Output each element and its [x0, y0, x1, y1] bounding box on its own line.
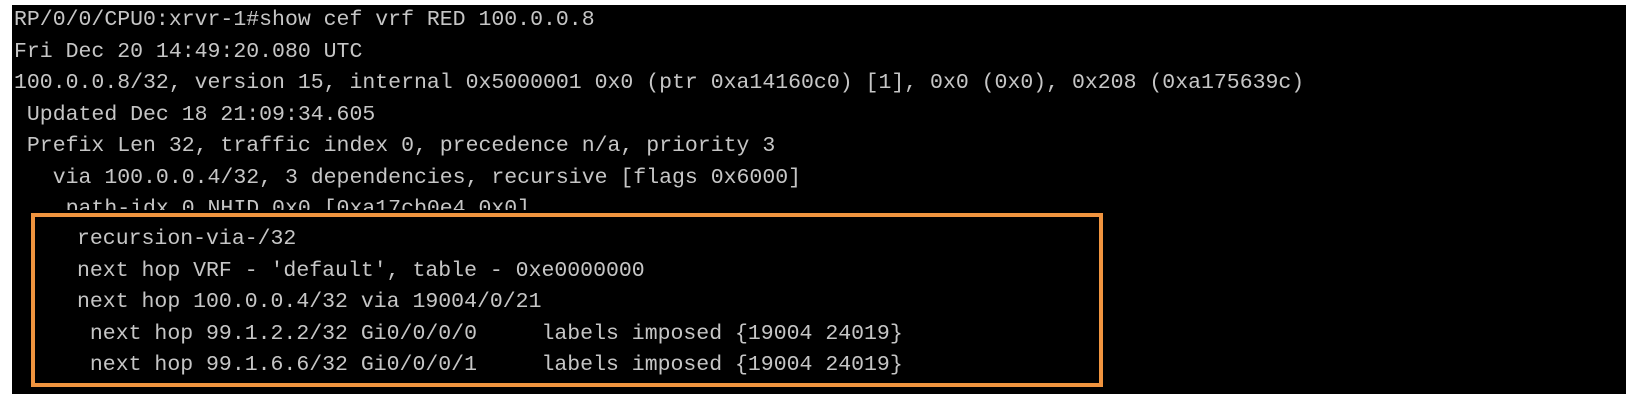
terminal-line-command: RP/0/0/CPU0:xrvr-1#show cef vrf RED 100.…: [14, 8, 595, 32]
highlight-box: recursion-via-/32 next hop VRF - 'defaul…: [31, 213, 1103, 387]
terminal-output: RP/0/0/CPU0:xrvr-1#show cef vrf RED 100.…: [14, 5, 1304, 210]
highlighted-output: recursion-via-/32 next hop VRF - 'defaul…: [77, 224, 903, 382]
highlighted-line-next-hop-gi0: next hop 99.1.2.2/32 Gi0/0/0/0 labels im…: [77, 321, 903, 346]
highlighted-line-recursion: recursion-via-/32: [77, 227, 297, 251]
terminal-line-prefix: 100.0.0.8/32, version 15, internal 0x500…: [14, 71, 1305, 95]
terminal-line-prefix-len: Prefix Len 32, traffic index 0, preceden…: [14, 134, 776, 158]
terminal-line-timestamp: Fri Dec 20 14:49:20.080 UTC: [14, 39, 363, 64]
terminal-line-updated: Updated Dec 18 21:09:34.605: [14, 102, 376, 127]
highlighted-line-next-hop-gi1: next hop 99.1.6.6/32 Gi0/0/0/1 labels im…: [77, 353, 903, 377]
terminal-line-path-idx: path-idx 0 NHID 0x0 [0xa17cb0e4 0x0]: [14, 197, 531, 210]
highlighted-line-vrf: next hop VRF - 'default', table - 0xe000…: [77, 258, 645, 283]
highlighted-line-next-hop: next hop 100.0.0.4/32 via 19004/0/21: [77, 290, 542, 314]
terminal-line-via: via 100.0.0.4/32, 3 dependencies, recurs…: [14, 165, 802, 190]
